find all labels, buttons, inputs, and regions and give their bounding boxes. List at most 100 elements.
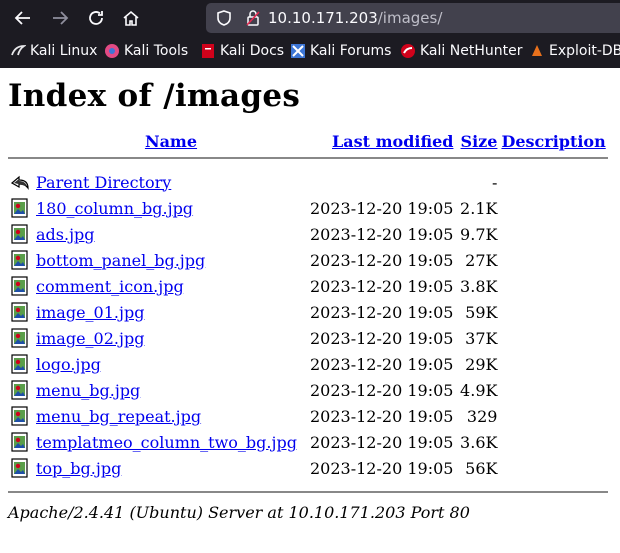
sort-by-description-link[interactable]: Description xyxy=(501,132,605,151)
bookmark-kali-forums[interactable]: Kali Forums xyxy=(290,43,391,59)
name-cell: Parent Directory xyxy=(34,169,308,195)
description-column-header: Description xyxy=(499,132,607,157)
modified-column-header: Last modified xyxy=(308,132,455,157)
bookmark-label: Kali Forums xyxy=(310,43,392,59)
sort-by-name-link[interactable]: Name xyxy=(145,132,197,151)
image-file-icon xyxy=(11,328,28,348)
size-cell: 4.9K xyxy=(460,380,498,400)
modified-cell: 2023-12-20 19:05 xyxy=(310,328,454,348)
shield-icon[interactable] xyxy=(215,9,233,27)
bookmark-kali-linux[interactable]: Kali Linux xyxy=(10,43,97,59)
server-signature: Apache/2.4.41 (Ubuntu) Server at 10.10.1… xyxy=(8,503,470,522)
image-file-icon xyxy=(11,276,28,296)
table-row: menu_bg_repeat.jpg 2023-12-20 19:05 329 xyxy=(8,403,608,429)
size-cell: 2.1K xyxy=(460,198,498,218)
name-cell: menu_bg.jpg xyxy=(34,377,308,403)
kali-forums-icon xyxy=(291,44,305,58)
bookmark-kali-docs[interactable]: Kali Docs xyxy=(200,43,284,59)
separator-line xyxy=(8,157,608,159)
description-cell xyxy=(499,325,607,351)
url-text[interactable]: 10.10.171.203/images/ xyxy=(268,9,442,27)
nethunter-icon xyxy=(401,44,415,58)
bookmark-label: Kali NetHunter xyxy=(420,43,523,59)
sort-by-modified-link[interactable]: Last modified xyxy=(332,132,453,151)
kali-tools-icon xyxy=(105,44,119,58)
file-link[interactable]: bottom_panel_bg.jpg xyxy=(36,251,205,270)
browser-toolbar: 10.10.171.203/images/ xyxy=(0,0,620,36)
size-cell: 37K xyxy=(465,328,498,348)
bookmarks-bar: Kali Linux Kali Tools Kali Docs Kali For… xyxy=(0,36,620,68)
modified-cell: 2023-12-20 19:05 xyxy=(310,224,454,244)
description-cell xyxy=(499,169,607,195)
file-link[interactable]: top_bg.jpg xyxy=(36,459,121,478)
icon-column-header xyxy=(8,132,34,157)
forward-icon xyxy=(53,11,69,25)
icon-cell xyxy=(8,221,34,247)
file-link[interactable]: image_02.jpg xyxy=(36,329,144,348)
icon-cell xyxy=(8,195,34,221)
description-cell xyxy=(499,429,607,455)
page-content: Index of /images Name Last modified Size… xyxy=(0,78,620,522)
modified-cell: 2023-12-20 19:05 xyxy=(310,432,454,452)
size-cell: 56K xyxy=(465,458,498,478)
back-button[interactable] xyxy=(11,6,35,30)
reload-button[interactable] xyxy=(84,6,108,30)
table-row: top_bg.jpg 2023-12-20 19:05 56K xyxy=(8,455,608,481)
url-host: 10.10.171.203 xyxy=(268,9,378,27)
name-cell: comment_icon.jpg xyxy=(34,273,308,299)
file-link[interactable]: templatmeo_column_two_bg.jpg xyxy=(36,433,297,452)
icon-cell xyxy=(8,403,34,429)
back-icon xyxy=(14,11,30,25)
image-file-icon xyxy=(11,380,28,400)
bookmark-exploit-db[interactable]: Exploit-DB xyxy=(529,43,620,59)
table-row: menu_bg.jpg 2023-12-20 19:05 4.9K xyxy=(8,377,608,403)
browser-chrome: 10.10.171.203/images/ Kali Linux Kali To… xyxy=(0,0,620,68)
file-link[interactable]: ads.jpg xyxy=(36,225,95,244)
modified-cell xyxy=(308,169,455,195)
bookmark-kali-tools[interactable]: Kali Tools xyxy=(104,43,188,59)
icon-cell xyxy=(8,351,34,377)
file-link[interactable]: 180_column_bg.jpg xyxy=(36,199,193,218)
header-separator xyxy=(8,157,608,169)
url-bar[interactable]: 10.10.171.203/images/ xyxy=(206,3,620,33)
size-column-header: Size xyxy=(455,132,499,157)
size-cell: 27K xyxy=(465,250,498,270)
home-button[interactable] xyxy=(119,6,143,30)
file-link[interactable]: menu_bg.jpg xyxy=(36,381,140,400)
parent-directory-link[interactable]: Parent Directory xyxy=(36,173,171,192)
forward-button[interactable] xyxy=(48,6,72,30)
bookmark-kali-nethunter[interactable]: Kali NetHunter xyxy=(400,43,522,59)
name-cell: menu_bg_repeat.jpg xyxy=(34,403,308,429)
name-cell: image_02.jpg xyxy=(34,325,308,351)
file-link[interactable]: comment_icon.jpg xyxy=(36,277,184,296)
file-link[interactable]: logo.jpg xyxy=(36,355,101,374)
name-cell: top_bg.jpg xyxy=(34,455,308,481)
description-cell xyxy=(499,377,607,403)
name-cell: image_01.jpg xyxy=(34,299,308,325)
modified-cell: 2023-12-20 19:05 xyxy=(310,354,454,374)
size-cell: 59K xyxy=(465,302,498,322)
image-file-icon xyxy=(11,250,28,270)
name-cell: templatmeo_column_two_bg.jpg xyxy=(34,429,308,455)
file-link[interactable]: image_01.jpg xyxy=(36,303,144,322)
file-link[interactable]: menu_bg_repeat.jpg xyxy=(36,407,201,426)
name-cell: ads.jpg xyxy=(34,221,308,247)
icon-cell xyxy=(8,377,34,403)
lock-icon[interactable] xyxy=(244,9,262,27)
image-file-icon xyxy=(11,198,28,218)
size-cell: - xyxy=(492,172,498,192)
bookmark-label: Kali Tools xyxy=(124,43,189,59)
description-cell xyxy=(499,273,607,299)
modified-cell: 2023-12-20 19:05 xyxy=(310,250,454,270)
sort-by-size-link[interactable]: Size xyxy=(461,132,498,151)
name-column-header: Name xyxy=(34,132,308,157)
kali-docs-icon xyxy=(202,44,214,58)
modified-cell: 2023-12-20 19:05 xyxy=(310,380,454,400)
modified-cell: 2023-12-20 19:05 xyxy=(310,302,454,322)
modified-cell: 2023-12-20 19:05 xyxy=(310,406,454,426)
icon-cell xyxy=(8,273,34,299)
table-row: templatmeo_column_two_bg.jpg 2023-12-20 1… xyxy=(8,429,608,455)
table-row: ads.jpg 2023-12-20 19:05 9.7K xyxy=(8,221,608,247)
reload-icon xyxy=(89,11,103,25)
image-file-icon xyxy=(11,354,28,374)
